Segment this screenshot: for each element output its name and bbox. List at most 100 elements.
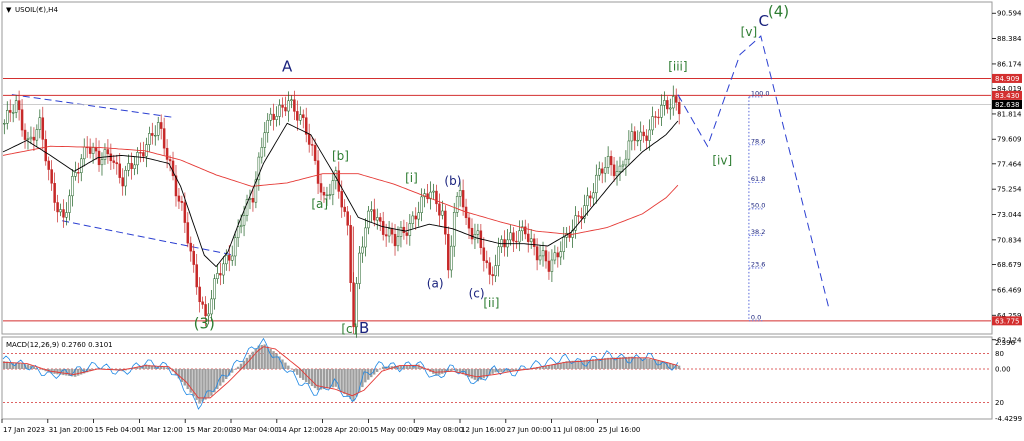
macd-panel-frame — [1, 336, 993, 420]
candle-body — [532, 238, 536, 247]
macd-histogram-bar — [263, 344, 266, 369]
candle-body — [145, 144, 148, 157]
candle-body — [325, 194, 329, 196]
macd-histogram-bar — [180, 368, 183, 382]
time-tick-label: 11 Jul 08:00 — [553, 426, 595, 434]
macd-histogram-bar — [26, 364, 30, 369]
macd-histogram-bar — [455, 368, 459, 372]
fib-level-label: 23.6 — [751, 260, 765, 268]
candle-body — [103, 149, 107, 160]
macd-histogram-bar — [77, 368, 80, 376]
candle-body — [444, 210, 447, 235]
candle-body — [124, 170, 127, 187]
candle-body — [636, 139, 639, 142]
macd-histogram-bar — [375, 368, 379, 372]
candle-body — [230, 255, 234, 261]
candle-body — [615, 171, 619, 177]
chart-title-arrow[interactable]: ▼ — [6, 6, 12, 14]
candle-body — [343, 206, 346, 212]
macd-histogram-bar — [251, 351, 255, 369]
macd-histogram-bar — [547, 365, 551, 369]
macd-histogram-bar — [236, 366, 240, 369]
macd-histogram-bar — [621, 357, 625, 369]
macd-histogram-bar — [162, 367, 166, 369]
macd-histogram-bar — [316, 368, 320, 391]
macd-label: MACD(12,26,9) 0.2760 0.3101 — [6, 341, 113, 349]
macd-histogram-bar — [603, 358, 607, 369]
candle-body — [598, 168, 601, 176]
candle-body — [553, 252, 557, 261]
macd-histogram-bar — [287, 365, 290, 369]
candle-body — [11, 112, 15, 114]
candle-body — [310, 144, 314, 146]
time-tick-label: 30 Mar 04:00 — [232, 426, 279, 434]
price-badge-label: 63.775 — [995, 317, 1020, 325]
macd-histogram-bar — [550, 364, 553, 369]
chart-canvas[interactable]: ▼ USOIL(€),H4 MACD(12,26,9) 0.2760 0.310… — [0, 0, 1024, 441]
time-tick-label: 31 Jan 20:00 — [49, 426, 93, 434]
candle-body — [450, 245, 453, 271]
wave-label: (c) — [469, 287, 485, 301]
candle-body — [189, 242, 193, 252]
candle-body — [115, 162, 119, 165]
candle-body — [411, 215, 415, 224]
candle-body — [618, 165, 622, 172]
macd-histogram-bar — [618, 357, 622, 369]
candle-body — [355, 283, 358, 328]
macd-histogram-bar — [159, 366, 163, 369]
candle-body — [672, 96, 675, 109]
candle-body — [420, 196, 423, 213]
candle-body — [657, 116, 660, 119]
candle-body — [595, 174, 598, 194]
candle-body — [651, 116, 654, 131]
macd-histogram-bar — [633, 357, 636, 369]
candle-body — [512, 232, 515, 242]
candle-body — [284, 107, 287, 112]
candle-body — [630, 131, 634, 142]
candle-body — [669, 107, 672, 110]
macd-histogram-bar — [340, 368, 343, 392]
candle-body — [467, 217, 471, 229]
price-badge-label: 84.909 — [995, 75, 1020, 83]
candle-body — [547, 260, 551, 272]
time-tick-label: 17 Jan 2023 — [3, 426, 45, 434]
candle-body — [77, 172, 80, 174]
price-tick-label: 81.814 — [997, 110, 1022, 118]
wave-label: [b] — [332, 149, 349, 163]
candle-body — [159, 122, 163, 129]
candle-body — [219, 273, 222, 276]
time-tick-label: 28 Apr 20:00 — [324, 426, 370, 434]
candle-body — [518, 230, 521, 243]
candle-body — [387, 228, 391, 237]
candle-body — [53, 182, 56, 203]
macd-tick-label: 20 — [995, 399, 1004, 407]
candle-body — [192, 250, 195, 265]
candle-body — [538, 255, 542, 261]
candle-body — [600, 168, 604, 174]
macd-histogram-bar — [201, 368, 204, 402]
macd-histogram-bar — [677, 365, 681, 369]
time-tick-label: 15 May 00:00 — [369, 426, 417, 434]
price-tick-label: 70.834 — [997, 236, 1022, 244]
candle-body — [331, 180, 335, 196]
candle-body — [381, 221, 385, 235]
candle-body — [541, 250, 545, 257]
wave-label: [i] — [405, 171, 418, 185]
wave-label: A — [282, 58, 293, 76]
candle-body — [80, 158, 83, 173]
candle-body — [71, 176, 74, 197]
candle-body — [74, 172, 77, 177]
candle-body — [435, 190, 438, 205]
macd-histogram-bar — [325, 368, 329, 389]
price-tick-label: 77.464 — [997, 160, 1022, 168]
candle-body — [485, 260, 489, 263]
candle-body — [627, 140, 631, 160]
candle-body — [278, 104, 281, 117]
candle-body — [251, 198, 255, 203]
candle-body — [50, 169, 53, 184]
price-tick-label: 79.609 — [997, 136, 1022, 144]
candle-body — [509, 232, 512, 241]
candle-body — [65, 212, 68, 218]
time-tick-label: 29 May 08:00 — [415, 426, 463, 434]
candle-body — [441, 210, 444, 216]
